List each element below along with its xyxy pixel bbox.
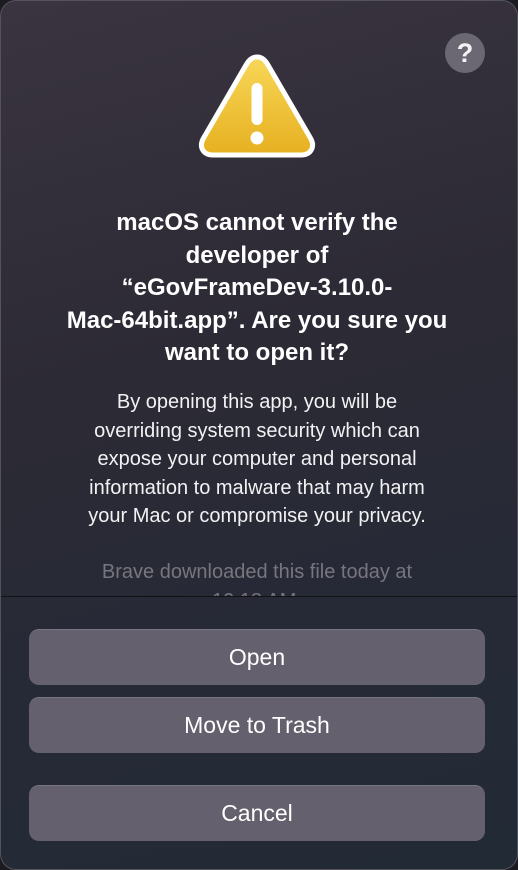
move-to-trash-button[interactable]: Move to Trash bbox=[29, 697, 485, 753]
security-alert-dialog: ? macOS cannot verify the developer of “… bbox=[0, 0, 518, 870]
dialog-title: macOS cannot verify the developer of “eG… bbox=[66, 209, 448, 366]
open-button[interactable]: Open bbox=[29, 629, 485, 685]
cancel-button[interactable]: Cancel bbox=[29, 785, 485, 841]
dialog-message: By opening this app, you will be overrid… bbox=[88, 391, 426, 527]
move-to-trash-button-label: Move to Trash bbox=[184, 712, 330, 738]
cancel-button-label: Cancel bbox=[221, 800, 293, 826]
warning-triangle-icon bbox=[198, 54, 316, 158]
open-button-label: Open bbox=[228, 644, 286, 670]
help-button[interactable]: ? bbox=[445, 33, 485, 73]
help-icon: ? bbox=[456, 37, 474, 68]
download-info-text: Brave downloaded this file today at 10:1… bbox=[101, 561, 413, 596]
divider bbox=[1, 596, 517, 597]
